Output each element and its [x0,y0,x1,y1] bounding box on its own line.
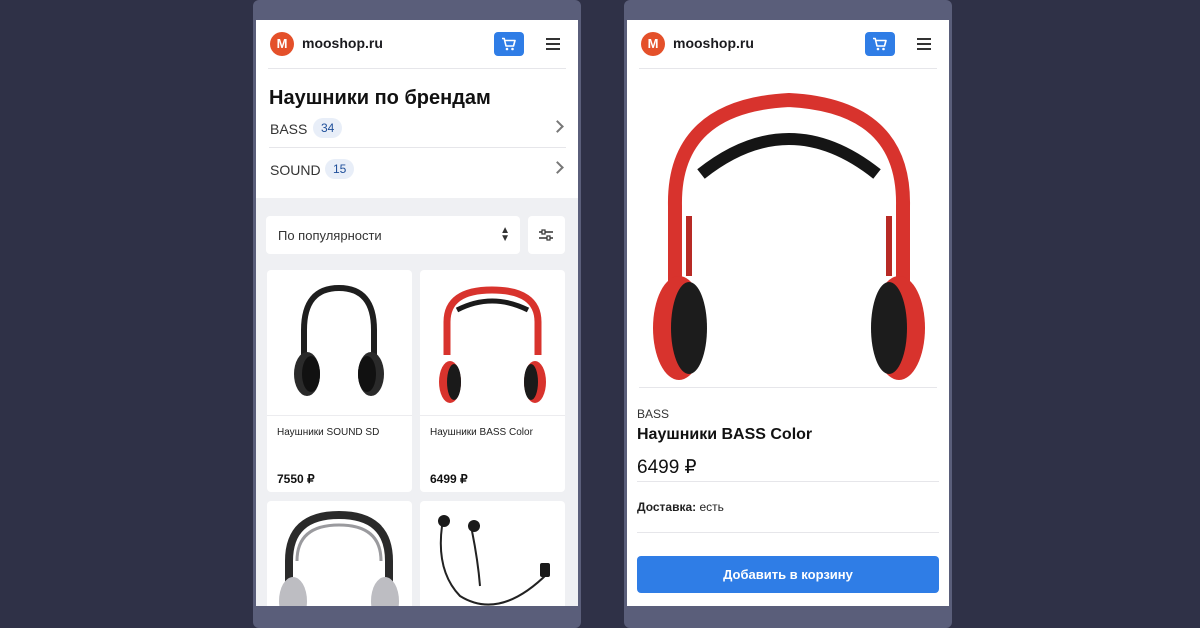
brand-name: BASS [270,121,308,137]
brand-row-bass[interactable]: BASS 34 [269,110,566,148]
product-image [267,270,412,416]
product-card[interactable] [420,501,565,606]
divider [637,532,939,533]
site-name[interactable]: mooshop.ru [673,35,754,51]
brand-count-badge: 34 [313,118,343,138]
hamburger-icon [546,38,560,40]
phone-product: M mooshop.ru BASS Наушники BASS Color 64… [624,0,952,628]
product-card[interactable]: Наушники BASS Color 6499 ₽ [420,270,565,492]
product-image [420,270,565,416]
product-name: Наушники SOUND SD [277,427,380,438]
sort-arrows-icon: ▲ ▼ [500,225,510,244]
product-catalog: По популярности ▲ ▼ Наушники SOUND SD 75… [256,198,578,606]
delivery-label: Доставка: [637,500,697,514]
product-price: 6499 ₽ [637,457,697,478]
product-card[interactable]: Наушники SOUND SD 7550 ₽ [267,270,412,492]
cart-button[interactable] [865,32,895,56]
red-headphones-image [439,286,546,403]
brand-name: SOUND [270,162,321,178]
add-to-cart-button[interactable]: Добавить в корзину [637,556,939,593]
brand-row-sound[interactable]: SOUND 15 [269,151,566,189]
silver-headphones-image [279,510,399,606]
logo-icon[interactable]: M [270,32,294,56]
delivery-value: есть [699,500,724,514]
menu-button[interactable] [913,33,935,55]
black-headphones-image [294,284,384,396]
divider [637,481,939,482]
filter-button[interactable] [528,216,565,254]
product-title: Наушники BASS Color [637,426,813,443]
cart-icon [502,37,516,51]
product-price: 7550 ₽ [277,472,315,486]
product-brand[interactable]: BASS [637,407,669,421]
app-header: M mooshop.ru [268,20,566,69]
sort-select[interactable]: По популярности ▲ ▼ [266,216,520,254]
product-card[interactable] [267,501,412,606]
site-name[interactable]: mooshop.ru [302,35,383,51]
chevron-right-icon [551,120,564,133]
product-screen: M mooshop.ru BASS Наушники BASS Color 64… [627,20,949,606]
delivery-info: Доставка: есть [637,500,724,514]
product-name: Наушники BASS Color [430,427,533,438]
sliders-icon [539,229,553,241]
logo-icon[interactable]: M [641,32,665,56]
hamburger-icon [917,38,931,40]
brand-count-badge: 15 [325,159,355,179]
catalog-screen: M mooshop.ru Наушники по брендам BASS 34… [256,20,578,606]
product-image [420,501,565,606]
page-title: Наушники по брендам [269,87,491,109]
chevron-right-icon [551,161,564,174]
cart-button[interactable] [494,32,524,56]
cart-icon [873,37,887,51]
app-header: M mooshop.ru [639,20,937,69]
product-hero-image[interactable] [639,66,937,388]
menu-button[interactable] [542,33,564,55]
sort-label: По популярности [278,228,382,243]
product-price: 6499 ₽ [430,472,468,486]
black-earbuds-image [438,515,550,606]
red-headphones-image [653,92,925,380]
product-image [267,501,412,606]
phone-catalog: M mooshop.ru Наушники по брендам BASS 34… [253,0,581,628]
